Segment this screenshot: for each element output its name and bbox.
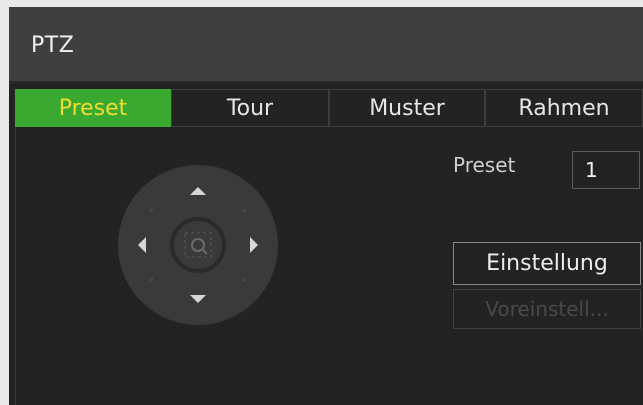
ptz-window: PTZ Preset Tour Muster Rahmen Preset 1 E… <box>9 7 643 405</box>
tab-rahmen[interactable]: Rahmen <box>485 89 643 127</box>
preset-panel: Preset 1 Einstellung Voreinstell... <box>15 127 643 405</box>
diagonal-down-right-icon[interactable] <box>243 278 246 281</box>
ptz-direction-pad[interactable] <box>117 164 279 326</box>
tab-bar: Preset Tour Muster Rahmen <box>15 89 643 127</box>
title-bar: PTZ <box>9 7 643 83</box>
preset-label: Preset <box>453 153 516 177</box>
diagonal-down-left-icon[interactable] <box>150 278 153 281</box>
tab-preset[interactable]: Preset <box>15 89 171 127</box>
diagonal-up-right-icon[interactable] <box>243 209 246 212</box>
set-preset-button[interactable]: Voreinstell... <box>453 289 641 329</box>
tab-muster[interactable]: Muster <box>329 89 485 127</box>
diagonal-up-left-icon[interactable] <box>150 209 153 212</box>
preset-number-input[interactable]: 1 <box>572 151 640 189</box>
window-title: PTZ <box>31 33 75 58</box>
tab-tour[interactable]: Tour <box>171 89 329 127</box>
settings-button[interactable]: Einstellung <box>453 242 641 285</box>
